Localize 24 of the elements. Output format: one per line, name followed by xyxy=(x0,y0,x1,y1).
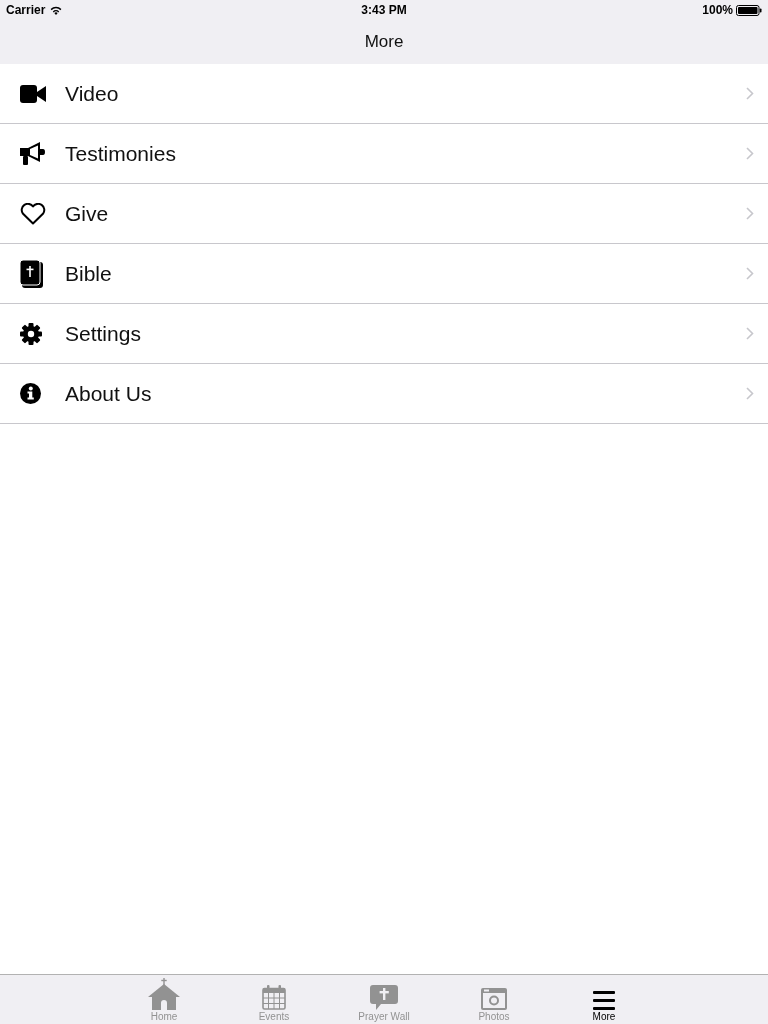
megaphone-icon xyxy=(20,142,45,165)
battery-percent: 100% xyxy=(702,3,733,17)
heart-icon xyxy=(20,202,46,225)
carrier-label: Carrier xyxy=(6,3,46,17)
wifi-icon xyxy=(50,5,63,15)
church-icon xyxy=(147,978,181,1010)
status-time: 3:43 PM xyxy=(361,3,407,17)
tab[interactable]: More xyxy=(549,975,659,1024)
battery-icon xyxy=(736,4,762,16)
camera-icon xyxy=(481,988,507,1010)
chevron-right-icon xyxy=(746,147,754,160)
speech-bubble-cross-icon xyxy=(370,985,398,1010)
chevron-right-icon xyxy=(746,87,754,100)
video-camera-icon xyxy=(20,84,46,103)
nav-title: More xyxy=(364,32,404,52)
chevron-right-icon xyxy=(746,207,754,220)
calendar-icon xyxy=(262,985,286,1010)
chevron-right-icon xyxy=(746,267,754,280)
chevron-right-icon xyxy=(746,387,754,400)
menu-icon xyxy=(593,991,615,1010)
bible-icon xyxy=(20,259,43,288)
chevron-right-icon xyxy=(746,327,754,340)
settings-icon xyxy=(20,322,42,345)
info-icon xyxy=(20,383,41,404)
